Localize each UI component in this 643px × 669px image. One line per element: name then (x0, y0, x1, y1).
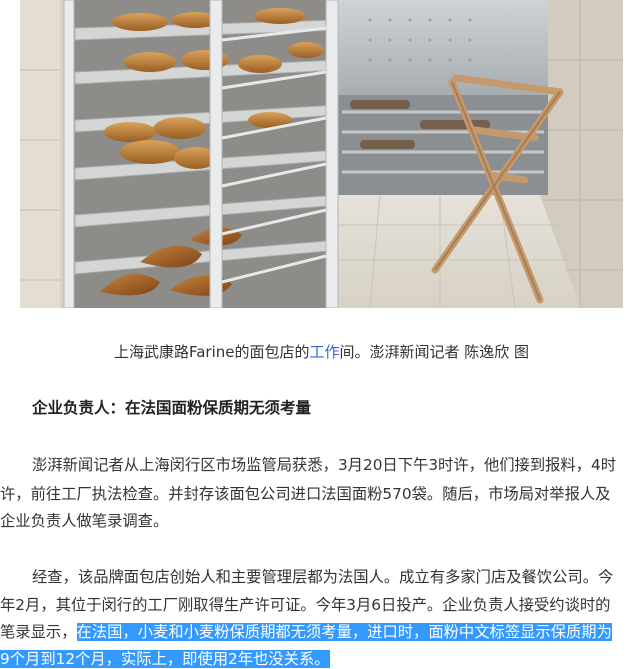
paragraph2-line-1: 经查，该品牌面包店创始人和主要管理层都为法国人。成立有多家门店及餐饮公司。今 (32, 568, 614, 586)
paragraph2-line-3: 笔录显示，在法国，小麦和小麦粉保质期都无须考量，进口时，面粉中文标签显示保质期为 (0, 619, 612, 645)
caption-text-after: 间。澎湃新闻记者 陈逸欣 图 (339, 343, 530, 361)
paragraph1-line-2: 许，前往工厂执法检查。并封存该面包公司进口法国面粉570袋。随后，市场局对举报人… (0, 485, 611, 503)
paragraph2-line-2: 年2月，其位于闵行的工厂刚取得生产许可证。今年3月6日投产。企业负责人接受约谈时… (0, 596, 611, 614)
caption-text-before: 上海武康路Farine的面包店的 (113, 343, 310, 361)
selected-text-highlight[interactable]: 在法国，小麦和小麦粉保质期都无须考量，进口时，面粉中文标签显示保质期为 (76, 623, 612, 641)
paragraph1-line-1: 澎湃新闻记者从上海闵行区市场监管局获悉，3月20日下午3时许，他们接到报料，4时 (32, 456, 617, 474)
photo-caption: 上海武康路Farine的面包店的工作间。澎湃新闻记者 陈逸欣 图 (0, 340, 643, 364)
caption-link-work[interactable]: 工作 (309, 343, 339, 361)
paragraph1-line-3: 企业负责人做笔录调查。 (0, 512, 169, 530)
paragraph2-line-3-plain: 笔录显示， (0, 623, 77, 641)
paragraph2-line-4: 9个月到12个月，实际上，即使用2年也没关系。 (0, 646, 330, 669)
section-heading: 企业负责人：在法国面粉保质期无须考量 (32, 399, 312, 417)
bakery-workshop-photo (20, 0, 623, 308)
selected-text-highlight-continued[interactable]: 9个月到12个月，实际上，即使用2年也没关系。 (0, 650, 330, 668)
